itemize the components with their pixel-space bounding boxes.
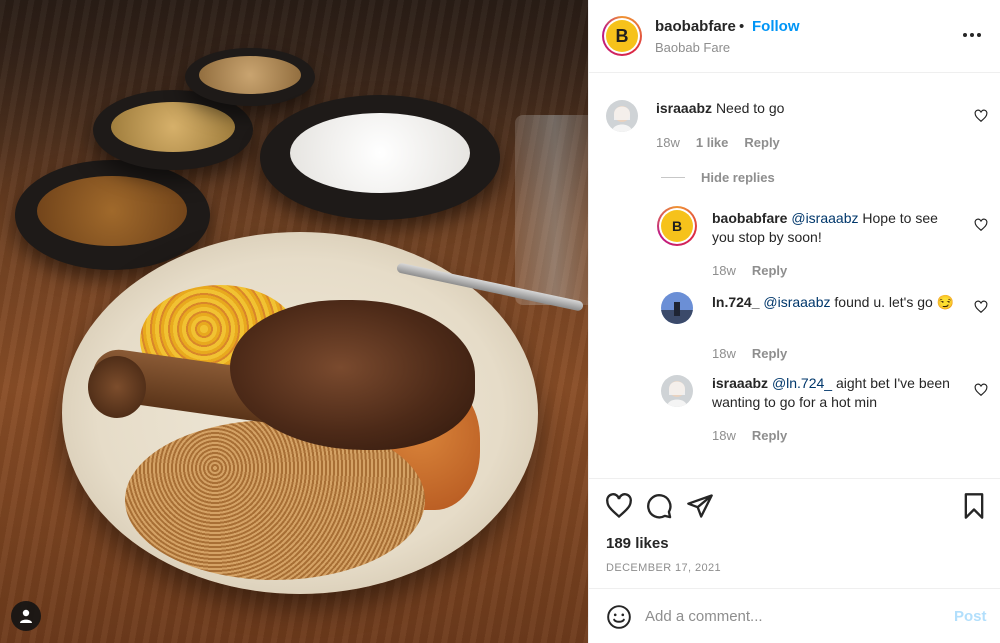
post-actions: 189 likes DECEMBER 17, 2021	[589, 478, 1000, 588]
side-bowl-rice	[260, 95, 500, 220]
reply-button[interactable]: Reply	[752, 263, 787, 278]
likes-count[interactable]: 189 likes	[606, 535, 669, 552]
comment-avatar[interactable]	[606, 100, 638, 132]
comment-bubble-icon[interactable]	[645, 492, 673, 520]
reply-like-heart-icon[interactable]	[974, 218, 988, 232]
reply-avatar[interactable]	[661, 292, 693, 324]
reply-age[interactable]: 18w	[712, 346, 736, 361]
post-header: B baobabfare • Follow Baobab Fare	[589, 0, 1000, 73]
hide-replies-label: Hide replies	[701, 170, 775, 185]
reply-brand-logo: B	[661, 210, 693, 242]
post-comment-button[interactable]: Post	[954, 608, 987, 625]
reply-body: israaabz @ln.724_ aight bet I've been wa…	[712, 374, 962, 412]
lamb-shank-bone-end	[88, 356, 146, 418]
more-options-icon[interactable]	[961, 24, 983, 46]
reply-username[interactable]: baobabfare	[712, 210, 787, 226]
post-modal: B baobabfare • Follow Baobab Fare israaa…	[0, 0, 1000, 643]
comment-like-count[interactable]: 1 like	[696, 135, 729, 150]
reply-username[interactable]: ln.724_	[712, 294, 759, 310]
water-glass	[515, 115, 588, 305]
share-paper-plane-icon[interactable]	[686, 492, 714, 520]
comment-body: israaabz Need to go	[656, 99, 956, 118]
follow-button[interactable]: Follow	[752, 18, 800, 35]
hide-replies-line	[661, 177, 685, 178]
reply-text: found u. let's go 😏	[834, 294, 955, 310]
reply-like-heart-icon[interactable]	[974, 300, 988, 314]
reply-mention[interactable]: @ln.724_	[772, 375, 832, 391]
hide-replies-button[interactable]: Hide replies	[661, 170, 775, 185]
reply-username[interactable]: israaabz	[712, 375, 768, 391]
brand-logo: B	[606, 20, 638, 52]
reply-button[interactable]: Reply	[752, 346, 787, 361]
save-bookmark-icon[interactable]	[960, 492, 988, 520]
side-bowl-stew	[15, 160, 210, 270]
reply-meta: 18w Reply	[712, 263, 787, 278]
reply-meta: 18w Reply	[712, 428, 787, 443]
comment-age[interactable]: 18w	[656, 135, 680, 150]
reply-body: baobabfare @israaabz Hope to see you sto…	[712, 209, 962, 247]
tagged-user-icon[interactable]	[11, 601, 41, 631]
reply-mention[interactable]: @israaabz	[763, 294, 830, 310]
side-bowl-grains	[185, 48, 315, 106]
header-separator: •	[739, 18, 745, 35]
reply-avatar[interactable]	[661, 375, 693, 407]
like-heart-icon[interactable]	[605, 492, 633, 520]
account-username[interactable]: baobabfare	[655, 18, 736, 35]
reply-button[interactable]: Reply	[752, 428, 787, 443]
add-comment-input[interactable]	[645, 605, 935, 627]
reply-age[interactable]: 18w	[712, 428, 736, 443]
account-avatar[interactable]: B	[602, 16, 642, 56]
account-location[interactable]: Baobab Fare	[655, 40, 730, 55]
add-comment-bar: Post	[589, 588, 1000, 643]
reply-button[interactable]: Reply	[744, 135, 779, 150]
comment-username[interactable]: israaabz	[656, 100, 712, 116]
reply-meta: 18w Reply	[712, 346, 787, 361]
reply-avatar[interactable]: B	[657, 206, 697, 246]
post-panel: B baobabfare • Follow Baobab Fare israaa…	[588, 0, 1000, 643]
reply-age[interactable]: 18w	[712, 263, 736, 278]
reply-mention[interactable]: @israaabz	[791, 210, 858, 226]
emoji-smiley-icon[interactable]	[606, 604, 632, 630]
comment-text: Need to go	[715, 100, 785, 116]
reply-like-heart-icon[interactable]	[974, 383, 988, 397]
comment-meta: 18w 1 like Reply	[656, 135, 780, 150]
comment-like-heart-icon[interactable]	[974, 109, 988, 123]
reply-body: ln.724_ @israaabz found u. let's go 😏	[712, 293, 962, 312]
post-date: DECEMBER 17, 2021	[606, 562, 722, 574]
post-photo[interactable]	[0, 0, 588, 643]
